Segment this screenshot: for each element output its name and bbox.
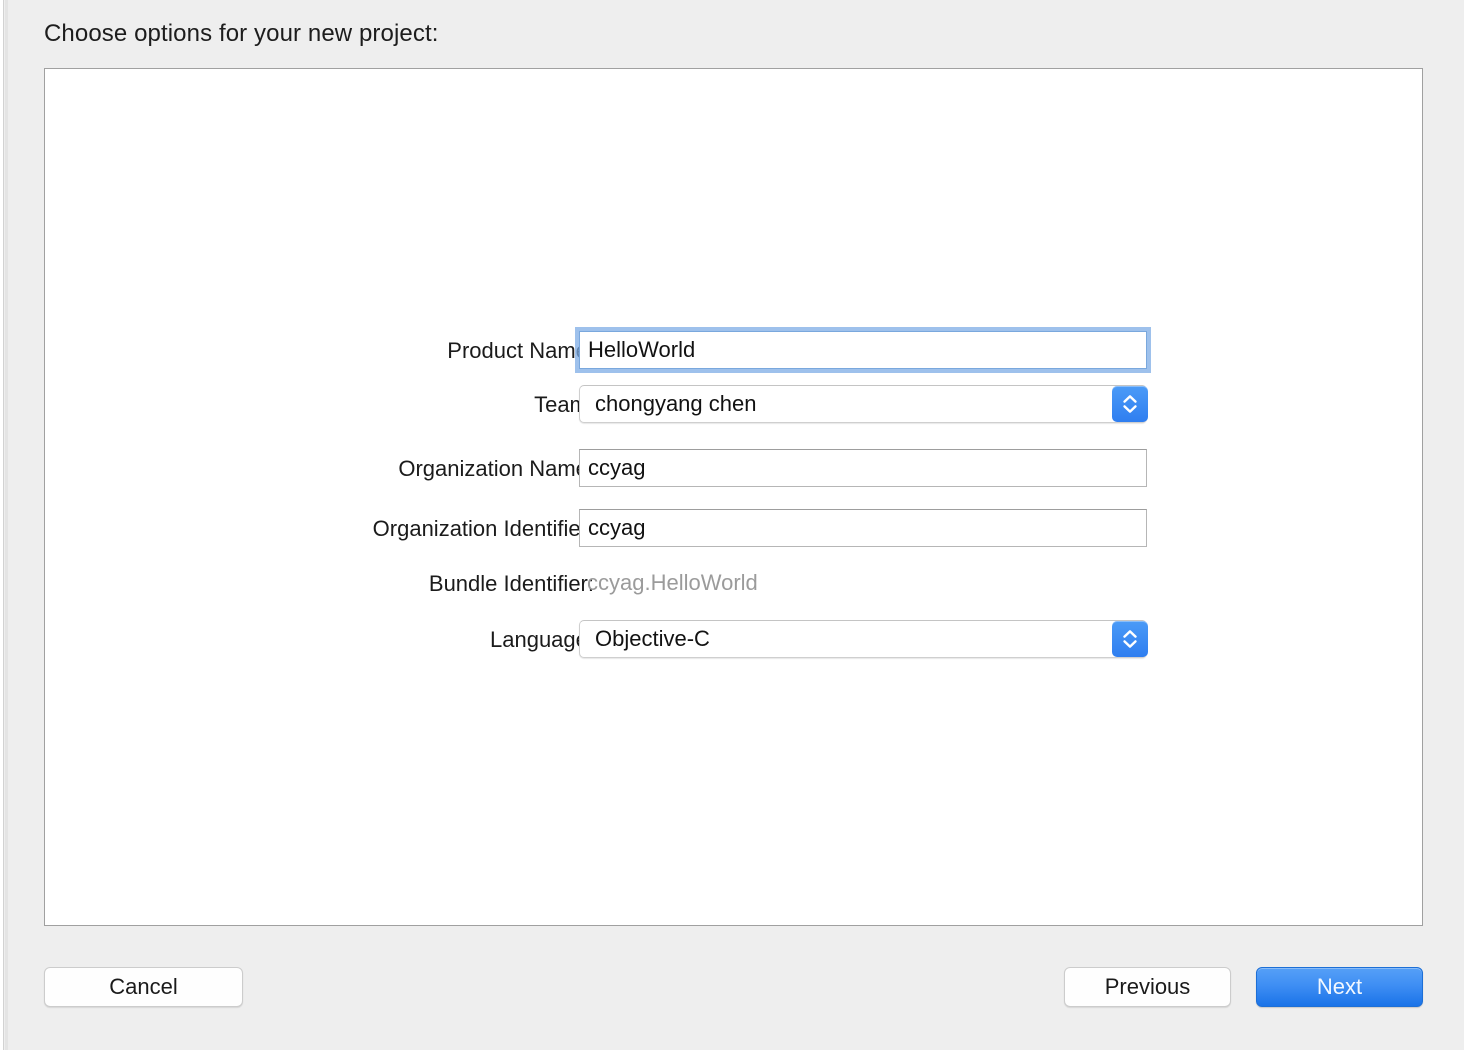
form-row-organization-identifier: Organization Identifier: ccyag [45, 509, 1424, 549]
control-product-name: HelloWorld [579, 331, 1147, 369]
label-organization-identifier: Organization Identifier: [0, 509, 594, 549]
language-select-value: Objective-C [595, 620, 710, 658]
control-bundle-identifier: ccyag.HelloWorld [579, 564, 758, 602]
control-organization-identifier: ccyag [579, 509, 1147, 547]
language-select[interactable]: Objective-C [579, 620, 1147, 658]
label-language: Language: [0, 620, 594, 660]
form-row-team: Team: chongyang chen [45, 385, 1424, 425]
cancel-button[interactable]: Cancel [44, 967, 243, 1007]
next-button[interactable]: Next [1256, 967, 1423, 1007]
label-organization-name: Organization Name: [0, 449, 594, 489]
chevron-up-down-icon[interactable] [1112, 386, 1148, 422]
chevron-up-down-icon[interactable] [1112, 621, 1148, 657]
form-row-language: Language: Objective-C [45, 620, 1424, 660]
label-product-name: Product Name: [0, 331, 594, 371]
team-select-value: chongyang chen [595, 385, 756, 423]
label-team: Team: [0, 385, 594, 425]
label-bundle-identifier: Bundle Identifier: [0, 564, 594, 604]
control-organization-name: ccyag [579, 449, 1147, 487]
page-title: Choose options for your new project: [44, 20, 438, 48]
form-row-bundle-identifier: Bundle Identifier: ccyag.HelloWorld [45, 564, 1424, 604]
control-team: chongyang chen [579, 385, 1147, 423]
organization-identifier-input[interactable]: ccyag [579, 509, 1147, 547]
organization-name-input[interactable]: ccyag [579, 449, 1147, 487]
control-language: Objective-C [579, 620, 1147, 658]
options-panel: Product Name: HelloWorld Team: chongyang… [44, 68, 1423, 926]
form-row-product-name: Product Name: HelloWorld [45, 331, 1424, 371]
bundle-identifier-value: ccyag.HelloWorld [579, 564, 758, 602]
product-name-input[interactable]: HelloWorld [579, 331, 1147, 369]
form-row-organization-name: Organization Name: ccyag [45, 449, 1424, 489]
new-project-options-dialog: Choose options for your new project: Pro… [0, 0, 1464, 1050]
previous-button[interactable]: Previous [1064, 967, 1231, 1007]
team-select[interactable]: chongyang chen [579, 385, 1147, 423]
